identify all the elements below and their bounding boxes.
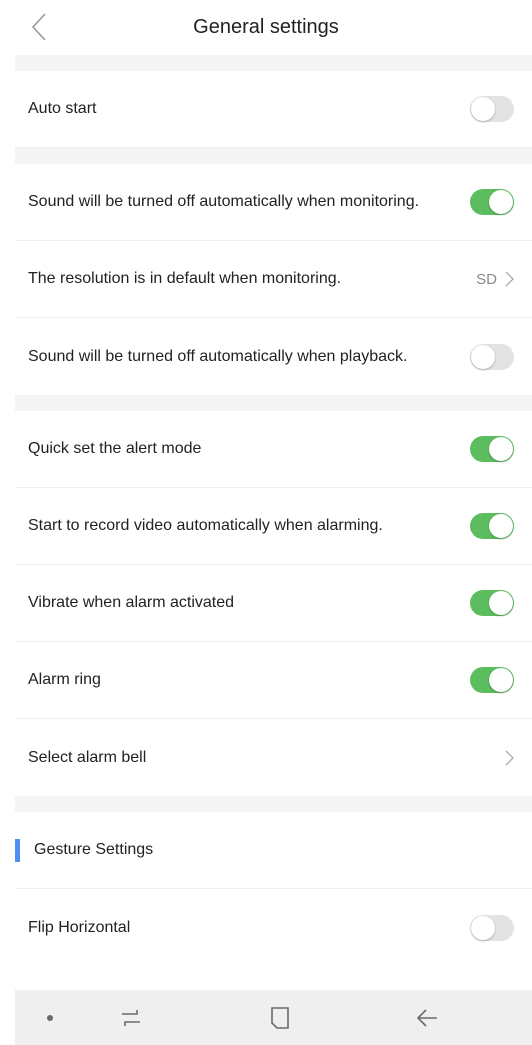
quick-alert-mode-toggle[interactable] bbox=[470, 436, 514, 462]
setting-row-vibrate-on-alarm[interactable]: Vibrate when alarm activated bbox=[15, 565, 532, 642]
setting-label: The resolution is in default when monito… bbox=[28, 270, 342, 287]
vibrate-on-alarm-toggle[interactable] bbox=[470, 590, 514, 616]
section-divider bbox=[15, 55, 532, 71]
toggle-knob bbox=[489, 591, 513, 615]
section-divider bbox=[15, 395, 532, 411]
setting-row-auto-start[interactable]: Auto start bbox=[15, 71, 532, 148]
system-nav-bar bbox=[15, 990, 532, 1045]
setting-label: Sound will be turned off automatically w… bbox=[28, 193, 420, 210]
setting-row-select-alarm-bell[interactable]: Select alarm bell bbox=[15, 719, 532, 796]
toggle-knob bbox=[489, 514, 513, 538]
chevron-right-icon bbox=[505, 271, 514, 287]
section-divider bbox=[15, 148, 532, 164]
toggle-knob bbox=[471, 97, 495, 121]
dot-icon[interactable] bbox=[35, 990, 65, 1045]
sound-off-monitoring-toggle[interactable] bbox=[470, 189, 514, 215]
setting-row-sound-off-monitoring[interactable]: Sound will be turned off automatically w… bbox=[15, 164, 532, 241]
toggle-knob bbox=[489, 668, 513, 692]
resolution-value: SD bbox=[476, 270, 497, 288]
setting-row-alarm-ring[interactable]: Alarm ring bbox=[15, 642, 532, 719]
setting-row-quick-alert-mode[interactable]: Quick set the alert mode bbox=[15, 411, 532, 488]
alarm-ring-toggle[interactable] bbox=[470, 667, 514, 693]
section-divider bbox=[15, 796, 532, 812]
setting-label: Sound will be turned off automatically w… bbox=[28, 347, 408, 365]
sound-off-playback-toggle[interactable] bbox=[470, 343, 514, 370]
resolution-value-group: SD bbox=[476, 271, 514, 288]
setting-row-resolution[interactable]: The resolution is in default when monito… bbox=[15, 241, 532, 318]
setting-label: Vibrate when alarm activated bbox=[28, 594, 235, 611]
setting-label: Flip Horizontal bbox=[28, 918, 131, 936]
auto-start-toggle[interactable] bbox=[470, 96, 514, 122]
toggle-knob bbox=[471, 344, 495, 369]
setting-row-sound-off-playback[interactable]: Sound will be turned off automatically w… bbox=[15, 318, 532, 395]
section-accent-bar bbox=[15, 839, 20, 862]
setting-label: Auto start bbox=[28, 100, 97, 117]
setting-row-flip-horizontal[interactable]: Flip Horizontal bbox=[15, 889, 532, 966]
toggle-knob bbox=[489, 190, 513, 214]
chevron-right-icon bbox=[505, 750, 514, 766]
home-icon[interactable] bbox=[262, 990, 298, 1045]
toggle-knob bbox=[489, 437, 513, 461]
back-arrow-icon[interactable] bbox=[409, 990, 445, 1045]
setting-row-record-on-alarm[interactable]: Start to record video automatically when… bbox=[15, 488, 532, 565]
header-bar: General settings bbox=[0, 0, 532, 55]
section-title: Gesture Settings bbox=[34, 841, 154, 858]
setting-label: Select alarm bell bbox=[28, 748, 147, 766]
setting-label: Start to record video automatically when… bbox=[28, 517, 383, 534]
setting-label: Quick set the alert mode bbox=[28, 440, 202, 457]
recent-apps-icon[interactable] bbox=[113, 990, 149, 1045]
setting-label: Alarm ring bbox=[28, 671, 101, 688]
page-title: General settings bbox=[193, 16, 339, 38]
gesture-section-header: Gesture Settings bbox=[15, 812, 532, 889]
toggle-knob bbox=[471, 915, 495, 940]
record-on-alarm-toggle[interactable] bbox=[470, 513, 514, 539]
flip-horizontal-toggle[interactable] bbox=[470, 914, 514, 941]
